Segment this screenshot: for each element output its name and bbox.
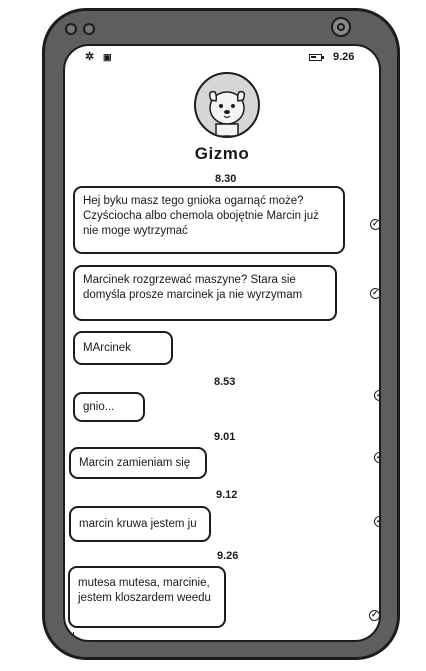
message-bubble[interactable]: Hej byku masz tego gnioka ogarnąć może? … [73, 186, 345, 254]
sent-check-icon: ✓ [374, 516, 379, 527]
message-timestamp: 8.53 [214, 376, 236, 388]
status-bar: ✲ ▣ 9.26 [65, 46, 379, 68]
sent-check-icon: ✓ [370, 219, 379, 230]
battery-icon [309, 54, 324, 61]
message-bubble[interactable]: gnio... [73, 392, 145, 422]
sent-check-icon: ✓ [374, 390, 379, 401]
sim-icon: ▣ [103, 52, 112, 62]
sent-check-icon: ✓ [369, 610, 379, 621]
sent-check-icon: ✓ [370, 288, 379, 299]
message-bubble[interactable]: mutesa mutesa, marcinie, jestem kloszard… [68, 566, 226, 628]
sent-check-icon: ✓ [374, 452, 379, 463]
contact-name: Gizmo [194, 144, 250, 163]
message-bubble[interactable]: MArcinek [73, 331, 173, 365]
phone-sensor-dot [65, 23, 77, 35]
message-bubble[interactable]: marcin kruwa jestem ju [69, 506, 211, 542]
message-bubble[interactable]: Marcin zamieniam się [69, 447, 207, 479]
message-timestamp: 8.30 [215, 173, 237, 185]
message-timestamp: 9.12 [216, 489, 238, 501]
contact-avatar[interactable] [194, 72, 260, 138]
front-camera [331, 17, 351, 37]
status-time: 9.26 [333, 51, 355, 63]
gear-icon: ✲ [85, 51, 95, 63]
message-timestamp: 9.01 [214, 431, 236, 443]
dog-avatar-icon [208, 90, 246, 136]
phone-sensor-dot [83, 23, 95, 35]
phone-frame: ✲ ▣ 9.26 Gizmo 8.30 Hej byku masz tego g… [42, 8, 400, 660]
phone-screen: ✲ ▣ 9.26 Gizmo 8.30 Hej byku masz tego g… [63, 44, 381, 642]
message-bubble[interactable]: Marcinek rozgrzewać maszyne? Stara sie d… [73, 265, 337, 321]
cursor-line [73, 632, 74, 640]
message-timestamp: 9.26 [217, 550, 239, 562]
